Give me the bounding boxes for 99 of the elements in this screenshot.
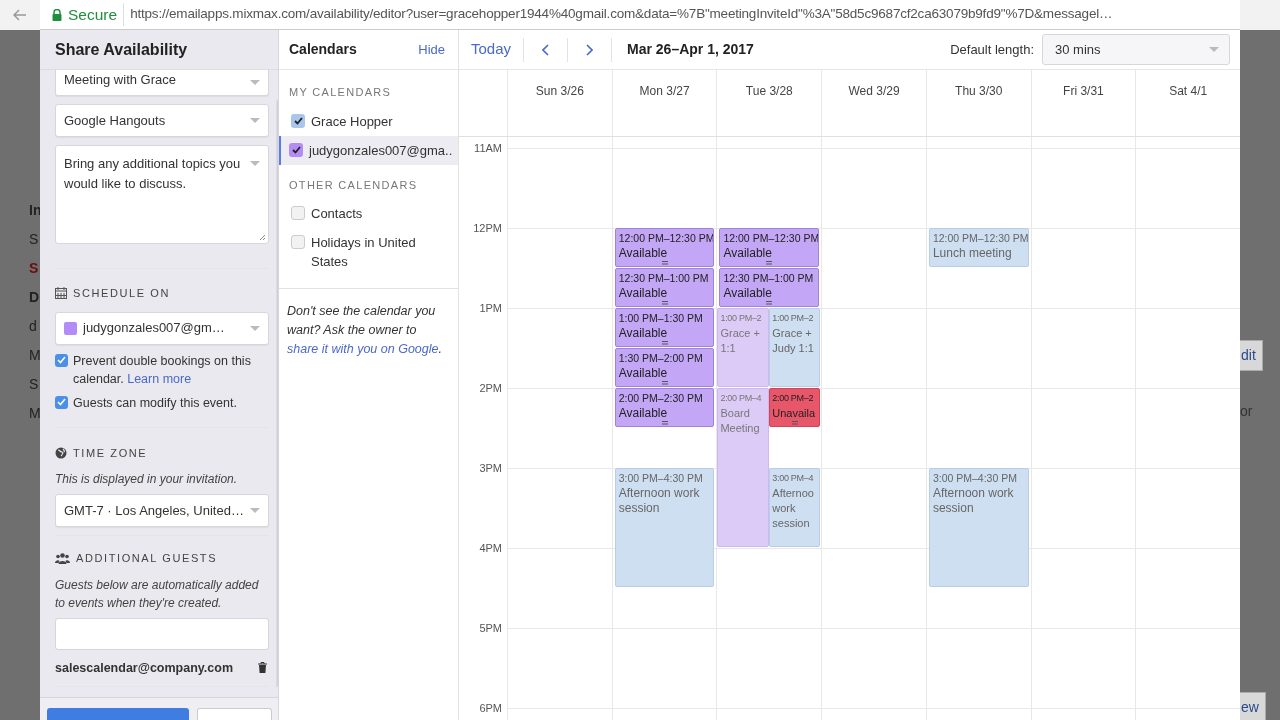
hour-label: 5PM bbox=[479, 620, 502, 636]
today-button[interactable]: Today bbox=[459, 37, 525, 62]
dropdown-caret-icon bbox=[1209, 47, 1219, 52]
calendar-event[interactable]: 12:00 PM–12:30 PM Lunch meeting bbox=[928, 228, 1029, 267]
checkbox[interactable] bbox=[291, 206, 305, 220]
calendar-event[interactable]: 2:00 PM–2:30 PM Available bbox=[614, 388, 715, 427]
section-heading: ADDITIONAL GUESTS bbox=[76, 551, 218, 566]
learn-more-link[interactable]: Learn more bbox=[127, 371, 192, 386]
calendar-select[interactable]: judygonzales007@gm… bbox=[55, 311, 269, 345]
select-field[interactable]: Meeting with Grace bbox=[55, 70, 269, 96]
calendar-item[interactable]: judygonzales007@gma.. bbox=[279, 135, 458, 165]
day-header: Sat 4/1 bbox=[1169, 84, 1208, 98]
checkbox[interactable] bbox=[55, 353, 68, 367]
option-label: Guests can modify this event. bbox=[73, 394, 237, 412]
section-heading: TIME ZONE bbox=[73, 445, 148, 461]
hint-text: Guests below are automatically added to events when they're created. bbox=[55, 576, 260, 612]
calendar-item[interactable]: Holidays in United States bbox=[279, 228, 458, 276]
checkbox[interactable] bbox=[291, 113, 305, 128]
dropdown-caret-icon bbox=[249, 161, 260, 166]
day-header: Mon 3/27 bbox=[639, 84, 690, 98]
globe-icon bbox=[55, 446, 67, 459]
day-header: Sun 3/26 bbox=[535, 84, 584, 98]
lock-icon bbox=[52, 8, 62, 21]
resize-handle-icon[interactable] bbox=[661, 261, 668, 265]
length-select[interactable]: 30 mins bbox=[1042, 34, 1230, 65]
day-header: Thu 3/30 bbox=[955, 84, 1003, 98]
background-text: or bbox=[1240, 402, 1253, 421]
hour-label: 1PM bbox=[479, 300, 502, 316]
resize-handle-icon[interactable] bbox=[661, 421, 668, 425]
resize-handle-icon[interactable] bbox=[661, 341, 668, 345]
hour-label: 2PM bbox=[479, 380, 502, 396]
hide-link[interactable]: Hide bbox=[418, 39, 445, 60]
message-textarea[interactable]: Bring any additional topics you would like to discuss. bbox=[55, 145, 269, 244]
timezone-select[interactable]: GMT-7 · Los Angeles, United… bbox=[55, 494, 269, 527]
background-text: S bbox=[29, 259, 40, 278]
users-icon bbox=[55, 552, 70, 564]
hour-label: 12PM bbox=[473, 220, 502, 236]
calendar-event[interactable]: 3:00 PM–4:30 PM Afternoon work session bbox=[614, 468, 715, 587]
group-heading: MY CALENDARS bbox=[288, 85, 393, 100]
calendar-event[interactable]: 1:00 PM–2 Grace + Judy 1:1 bbox=[769, 308, 821, 387]
resize-handle-icon[interactable] bbox=[661, 381, 668, 385]
secure-label: Secure bbox=[68, 2, 125, 27]
hour-label: 6PM bbox=[479, 700, 502, 716]
share-link[interactable]: share it with you on Google bbox=[287, 342, 439, 356]
background-button[interactable]: ew bbox=[1240, 692, 1266, 720]
background-text: M bbox=[29, 404, 40, 423]
section-heading: SCHEDULE ON bbox=[73, 286, 171, 301]
dropdown-caret-icon bbox=[249, 508, 260, 513]
calendar-event[interactable]: 1:30 PM–2:00 PM Available bbox=[614, 348, 715, 387]
hint-text: This is displayed in your invitation. bbox=[55, 471, 239, 488]
select-field[interactable]: Google Hangouts bbox=[55, 104, 269, 137]
calendar-item[interactable]: Contacts bbox=[279, 199, 458, 228]
checkbox[interactable] bbox=[289, 142, 303, 157]
background-text: d bbox=[29, 317, 38, 336]
field-label: Default length: bbox=[950, 40, 1034, 59]
resize-handle-icon[interactable] bbox=[766, 301, 773, 305]
guest-email: salescalendar@company.com bbox=[55, 659, 233, 677]
url-text: https://emailapps.mixmax.com/availability/editor?user=gracehopper1944%40gmail.com&data=%7B"meetingInviteId"%3A"58d5c9687cf2ca63079b9fd9"%7D&messagel… bbox=[130, 5, 1113, 24]
calendar-event[interactable]: 12:00 PM–12:30 PM Available bbox=[719, 228, 820, 267]
address-bar[interactable]: Secure https://emailapps.mixmax.com/availability/editor?user=gracehopper1944%40gmail.com&data=%7B"meetingInviteId"%3A"58d5c9687cf2ca63079b9fd9"%7D&messagel… bbox=[40, 0, 1240, 30]
calendar-item[interactable]: Grace Hopper bbox=[279, 106, 458, 136]
calendar-event[interactable]: 12:30 PM–1:00 PM Available bbox=[719, 268, 820, 307]
calendar-event[interactable]: 1:00 PM–1:30 PM Available bbox=[614, 308, 715, 347]
resize-grip-icon[interactable] bbox=[258, 234, 266, 241]
background-text: D bbox=[29, 288, 40, 307]
group-heading: OTHER CALENDARS bbox=[288, 177, 419, 193]
background-text: S bbox=[29, 375, 40, 394]
calendar-event[interactable]: 12:00 PM–12:30 PM Available bbox=[614, 228, 715, 267]
checkbox[interactable] bbox=[291, 235, 305, 249]
option-label: Prevent double bookings on this calendar. Learn more bbox=[73, 352, 252, 388]
guest-input-field[interactable] bbox=[55, 617, 269, 650]
day-header: Wed 3/29 bbox=[848, 84, 900, 98]
calendar-event[interactable]: 3:00 PM–4 Afternoo work session bbox=[769, 468, 821, 547]
dropdown-caret-icon bbox=[249, 80, 260, 85]
chevron-right-icon bbox=[586, 43, 594, 56]
background-text: S bbox=[29, 230, 40, 249]
checkbox[interactable] bbox=[55, 395, 68, 409]
calendar-icon bbox=[55, 287, 67, 300]
help-text: Don't see the calendar you want? Ask the owner to share it with you on Google. bbox=[279, 288, 458, 372]
dropdown-caret-icon bbox=[249, 118, 260, 123]
hour-label: 3PM bbox=[479, 460, 502, 476]
hour-label: 11AM bbox=[474, 140, 502, 156]
date-range: Mar 26–Apr 1, 2017 bbox=[626, 40, 755, 59]
background-text: M bbox=[29, 346, 40, 365]
column-title: Calendars bbox=[289, 40, 357, 59]
hour-label: 4PM bbox=[479, 540, 502, 556]
chevron-left-icon bbox=[542, 43, 550, 56]
resize-handle-icon[interactable] bbox=[791, 421, 798, 425]
dropdown-caret-icon bbox=[249, 325, 260, 331]
day-header: Tue 3/28 bbox=[745, 84, 793, 98]
resize-handle-icon[interactable] bbox=[766, 261, 773, 265]
background-button[interactable]: dit bbox=[1240, 340, 1263, 371]
resize-handle-icon[interactable] bbox=[661, 301, 668, 305]
day-header: Fri 3/31 bbox=[1063, 84, 1104, 98]
calendar-event[interactable]: 12:30 PM–1:00 PM Available bbox=[614, 268, 715, 307]
trash-icon[interactable] bbox=[257, 662, 267, 674]
calendar-event[interactable]: 3:00 PM–4:30 PM Afternoon work session bbox=[928, 468, 1029, 587]
back-icon[interactable] bbox=[13, 9, 27, 21]
calendar-event[interactable]: 2:00 PM–2 Unavaila bbox=[769, 388, 821, 427]
